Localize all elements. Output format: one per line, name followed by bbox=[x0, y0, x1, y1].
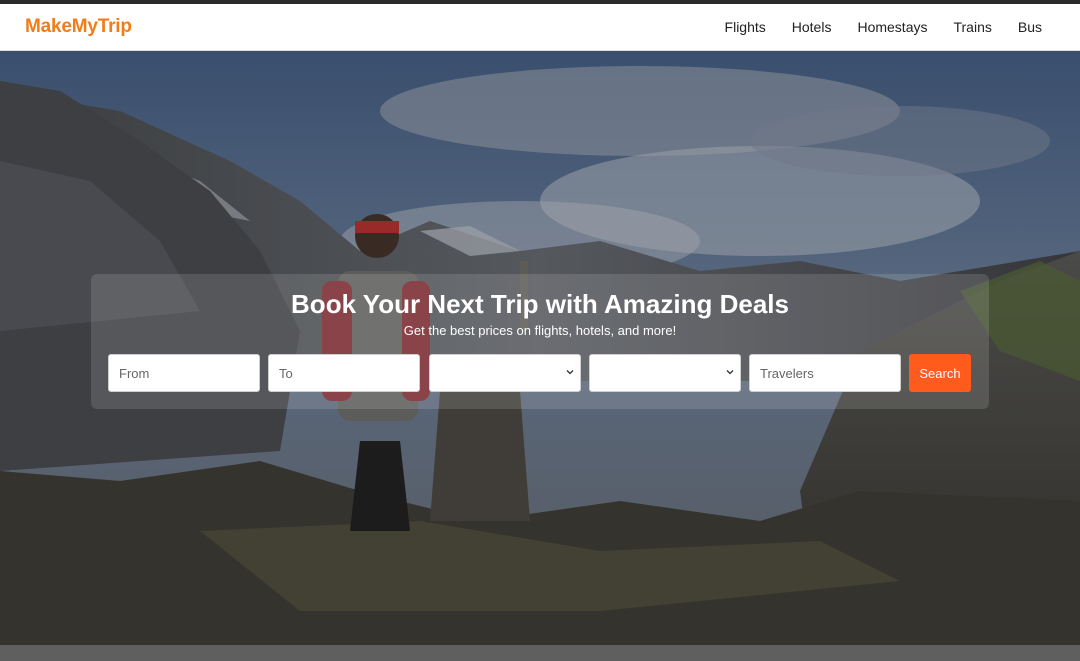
to-input[interactable] bbox=[268, 354, 420, 392]
hero-title: Book Your Next Trip with Amazing Deals bbox=[291, 289, 789, 319]
brand-logo[interactable]: MakeMyTrip bbox=[25, 16, 132, 38]
page-bottom-strip bbox=[0, 645, 1080, 661]
from-input[interactable] bbox=[108, 354, 260, 392]
search-panel: Book Your Next Trip with Amazing Deals G… bbox=[91, 274, 989, 409]
hero-subtitle: Get the best prices on flights, hotels, … bbox=[403, 323, 677, 338]
chevron-down-icon bbox=[726, 370, 734, 375]
nav-link-trains[interactable]: Trains bbox=[953, 19, 991, 35]
chevron-down-icon bbox=[566, 370, 574, 375]
nav-link-hotels[interactable]: Hotels bbox=[792, 19, 832, 35]
date-select[interactable] bbox=[429, 354, 581, 392]
nav-links: Flights Hotels Homestays Trains Bus bbox=[699, 19, 1042, 35]
nav-link-homestays[interactable]: Homestays bbox=[857, 19, 927, 35]
hero-section: Book Your Next Trip with Amazing Deals G… bbox=[0, 51, 1080, 645]
travelers-input[interactable] bbox=[749, 354, 901, 392]
return-date-select[interactable] bbox=[589, 354, 741, 392]
navbar: MakeMyTrip Flights Hotels Homestays Trai… bbox=[0, 4, 1080, 51]
nav-link-flights[interactable]: Flights bbox=[725, 19, 766, 35]
nav-link-bus[interactable]: Bus bbox=[1018, 19, 1042, 35]
search-button[interactable]: Search bbox=[909, 354, 971, 392]
